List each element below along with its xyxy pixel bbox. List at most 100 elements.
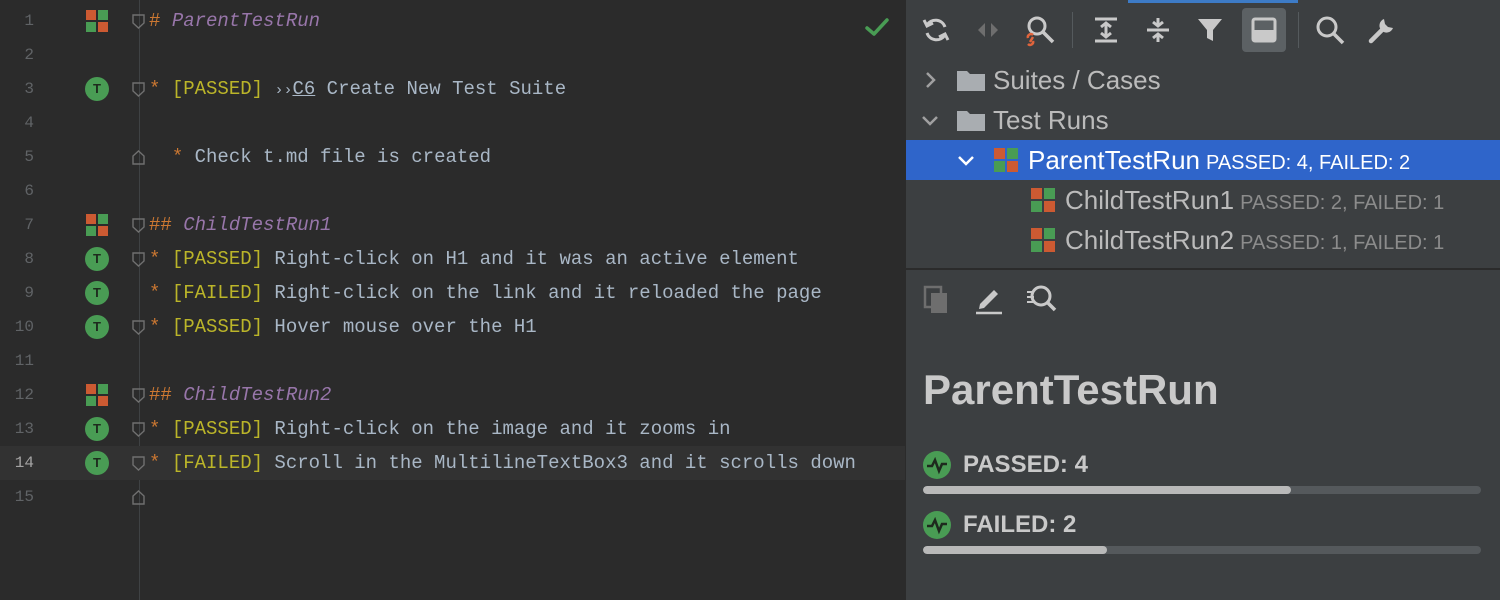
toolbar-separator <box>1298 12 1299 48</box>
item-text: Right-click on the link and it reloaded … <box>263 282 822 304</box>
run-name: ParentTestRun <box>1028 145 1200 175</box>
status-tag: [FAILED] <box>171 452 264 474</box>
editor-line[interactable]: 10 T * [PASSED] Hover mouse over the H1 <box>0 310 905 344</box>
test-case-icon[interactable]: T <box>85 281 109 305</box>
chevron-down-icon <box>958 156 974 166</box>
search-button[interactable] <box>1308 8 1352 52</box>
line-number: 10 <box>14 318 34 336</box>
editor-line[interactable]: 2 <box>0 38 905 72</box>
tree-item-label: ChildTestRun2 PASSED: 1, FAILED: 1 <box>1065 220 1444 260</box>
status-pulse-icon <box>923 511 951 539</box>
tree-item-parent-test-run[interactable]: ParentTestRun PASSED: 4, FAILED: 2 <box>906 140 1500 180</box>
run-stats: PASSED: 1, FAILED: 1 <box>1240 232 1445 254</box>
find-linked-button[interactable] <box>1018 8 1062 52</box>
details-title: ParentTestRun <box>923 366 1219 413</box>
test-run-icon <box>1031 228 1055 252</box>
tree-item-label: Test Runs <box>993 105 1109 135</box>
editor-line[interactable]: 8 T * [PASSED] Right-click on H1 and it wa… <box>0 242 905 276</box>
editor-line[interactable]: 15 <box>0 480 905 514</box>
line-number: 13 <box>14 420 34 438</box>
fold-open-icon[interactable] <box>132 14 145 29</box>
code-text: ## ChildTestRun1 <box>149 208 331 242</box>
passed-stat: PASSED: 4 <box>923 446 1483 506</box>
test-tree: Suites / Cases Test Runs ParentTestRun PA… <box>906 58 1500 270</box>
editor-line[interactable]: 9 T * [FAILED] Right-click on the link and… <box>0 276 905 310</box>
filter-button[interactable] <box>1188 8 1232 52</box>
code-text: # ParentTestRun <box>149 4 320 38</box>
code-text: * [PASSED] Hover mouse over the H1 <box>149 310 537 344</box>
status-tag: [PASSED] <box>171 78 264 100</box>
test-case-icon[interactable]: T <box>85 451 109 475</box>
status-tag: [PASSED] <box>171 248 264 270</box>
tree-item-test-runs[interactable]: Test Runs <box>906 100 1500 140</box>
edit-icon[interactable] <box>972 282 1006 316</box>
heading-marker: # <box>149 10 172 32</box>
markdown-editor[interactable]: 1 # ParentTestRun 2 3 T * [PASSED] ››C6 Creat… <box>0 0 905 600</box>
copy-icon[interactable] <box>920 282 954 316</box>
editor-line[interactable]: 12 ## ChildTestRun2 <box>0 378 905 412</box>
test-run-icon[interactable] <box>85 213 109 237</box>
code-text: * [PASSED] Right-click on H1 and it was … <box>149 242 799 276</box>
fold-end-icon[interactable] <box>132 150 145 165</box>
editor-line[interactable]: 11 <box>0 344 905 378</box>
test-case-icon[interactable]: T <box>85 247 109 271</box>
code-text: * [PASSED] Right-click on the image and … <box>149 412 731 446</box>
editor-line[interactable]: 3 T * [PASSED] ››C6 Create New Test Suite <box>0 72 905 106</box>
fold-open-icon[interactable] <box>132 422 145 437</box>
heading-text: ParentTestRun <box>171 10 321 32</box>
settings-button[interactable] <box>1360 8 1404 52</box>
fold-open-icon[interactable] <box>132 218 145 233</box>
fold-open-icon[interactable] <box>132 82 145 97</box>
line-number: 2 <box>24 46 34 64</box>
test-case-icon[interactable]: T <box>85 77 109 101</box>
line-number: 3 <box>24 80 34 98</box>
heading-text: ChildTestRun2 <box>183 384 332 406</box>
list-bullet: * <box>149 282 172 304</box>
prev-next-button[interactable] <box>966 8 1010 52</box>
fold-end-icon[interactable] <box>132 490 145 505</box>
refresh-button[interactable] <box>914 8 958 52</box>
progress-fill <box>923 546 1108 554</box>
chevron-down-icon <box>922 116 938 126</box>
editor-line[interactable]: 7 ## ChildTestRun1 <box>0 208 905 242</box>
editor-line[interactable]: 14 T * [FAILED] Scroll in the MultilineTex… <box>0 446 905 480</box>
tree-item-child-test-run-2[interactable]: ChildTestRun2 PASSED: 1, FAILED: 1 <box>906 220 1500 260</box>
fold-open-icon[interactable] <box>132 320 145 335</box>
test-run-icon[interactable] <box>85 9 109 33</box>
item-text: Hover mouse over the H1 <box>263 316 537 338</box>
editor-line[interactable]: 4 <box>0 106 905 140</box>
test-management-panel: Suites / Cases Test Runs ParentTestRun PA… <box>905 0 1500 600</box>
chevron-right-icon <box>926 72 936 88</box>
test-case-icon[interactable]: T <box>85 417 109 441</box>
tree-item-suites-cases[interactable]: Suites / Cases <box>906 60 1500 100</box>
fold-open-icon[interactable] <box>132 456 145 471</box>
test-run-icon[interactable] <box>85 383 109 407</box>
expand-all-icon <box>1095 17 1117 43</box>
status-pulse-icon <box>923 451 951 479</box>
test-case-icon[interactable]: T <box>85 315 109 339</box>
checkmark-icon <box>865 18 889 36</box>
folder-icon <box>957 71 985 91</box>
failed-stat: FAILED: 2 <box>923 506 1483 566</box>
find-usages-icon[interactable] <box>1024 282 1058 316</box>
run-stats: PASSED: 2, FAILED: 1 <box>1240 192 1445 214</box>
expand-all-button[interactable] <box>1084 8 1128 52</box>
run-name: ChildTestRun2 <box>1065 225 1235 255</box>
run-stats: PASSED: 4, FAILED: 2 <box>1205 152 1411 174</box>
fold-open-icon[interactable] <box>132 388 145 403</box>
collapse-all-button[interactable] <box>1136 8 1180 52</box>
preview-button[interactable] <box>1242 8 1286 52</box>
refresh-icon <box>922 18 950 42</box>
editor-line[interactable]: 5 * Check t.md file is created <box>0 140 905 174</box>
code-text: ## ChildTestRun2 <box>149 378 331 412</box>
list-bullet: * <box>149 78 172 100</box>
fold-open-icon[interactable] <box>132 252 145 267</box>
tree-item-child-test-run-1[interactable]: ChildTestRun1 PASSED: 2, FAILED: 1 <box>906 180 1500 220</box>
editor-line[interactable]: 1 # ParentTestRun <box>0 4 905 38</box>
editor-line[interactable]: 6 <box>0 174 905 208</box>
settings-icon <box>1368 19 1393 44</box>
find-linked-icon <box>1026 16 1055 47</box>
line-number: 8 <box>24 250 34 268</box>
editor-line[interactable]: 13 T * [PASSED] Right-click on the image a… <box>0 412 905 446</box>
